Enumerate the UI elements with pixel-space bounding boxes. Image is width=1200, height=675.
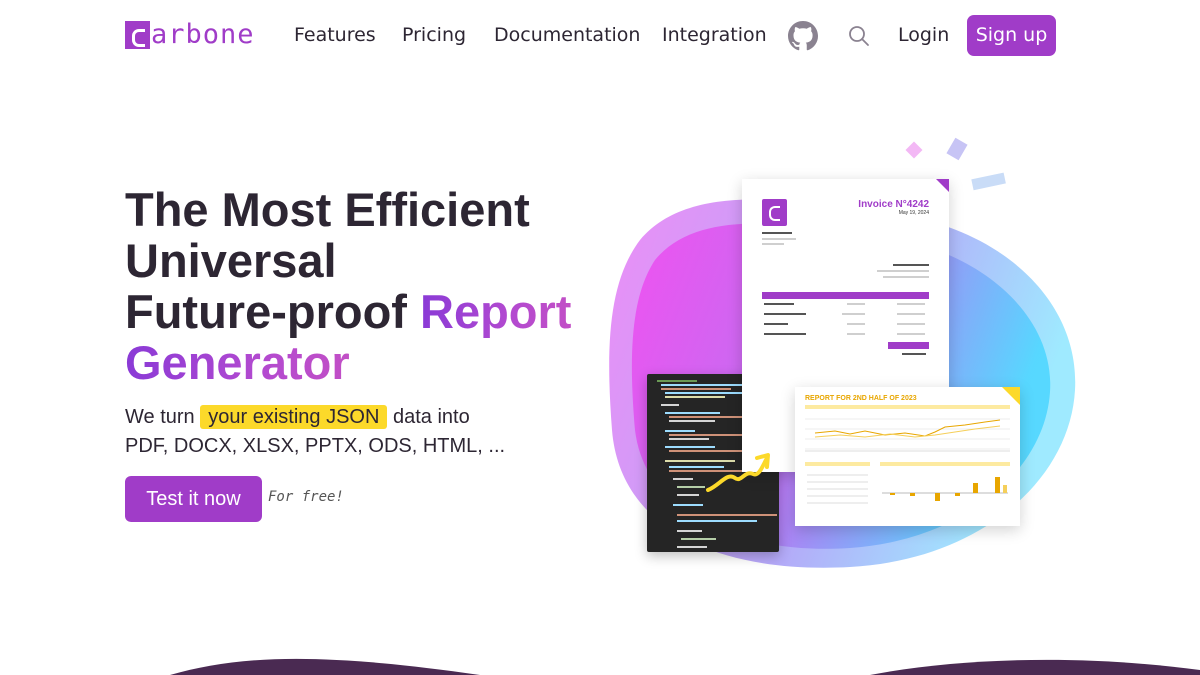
subtitle-highlight: your existing JSON xyxy=(200,405,388,429)
bottom-wave-decoration xyxy=(170,658,1200,675)
report-preview: REPORT FOR 2ND HALF OF 2023 xyxy=(795,387,1020,526)
hero-title-line1: The Most Efficient xyxy=(125,183,530,236)
nav-link-pricing[interactable]: Pricing xyxy=(402,22,466,48)
hero-title-line2: Universal xyxy=(125,234,337,287)
nav-link-documentation[interactable]: Documentation xyxy=(494,22,640,48)
hero-subtitle: We turn your existing JSON data into PDF… xyxy=(125,403,595,461)
hero-title: The Most Efficient Universal Future-proo… xyxy=(125,184,645,388)
invoice-logo-icon xyxy=(762,199,787,226)
test-it-now-button[interactable]: Test it now xyxy=(125,476,262,522)
arrow-icon xyxy=(706,453,770,492)
hero-title-accent-generator: Generator xyxy=(125,336,350,389)
login-link[interactable]: Login xyxy=(898,22,949,48)
hero-title-line3: Future-proof xyxy=(125,285,420,338)
nav-link-features[interactable]: Features xyxy=(294,22,376,48)
subtitle-formats: PDF, DOCX, XLSX, PPTX, ODS, HTML, ... xyxy=(125,435,506,457)
github-icon[interactable] xyxy=(788,21,818,51)
invoice-corner xyxy=(936,179,949,192)
hero-title-accent-report: Report xyxy=(420,285,572,338)
signup-button[interactable]: Sign up xyxy=(967,15,1056,56)
subtitle-before: We turn xyxy=(125,406,195,428)
logo-text: arbone xyxy=(151,19,255,50)
invoice-title: Invoice N°4242 xyxy=(858,199,929,210)
for-free-note: For free! xyxy=(268,489,344,505)
nav-link-integration[interactable]: Integration xyxy=(662,22,767,48)
report-charts xyxy=(805,405,1010,504)
subtitle-after: data into xyxy=(392,406,470,428)
search-icon[interactable] xyxy=(848,25,870,47)
invoice-date: May 19, 2024 xyxy=(898,210,929,216)
carbone-logo[interactable]: arbone xyxy=(125,18,255,52)
logo-mark xyxy=(125,21,150,49)
